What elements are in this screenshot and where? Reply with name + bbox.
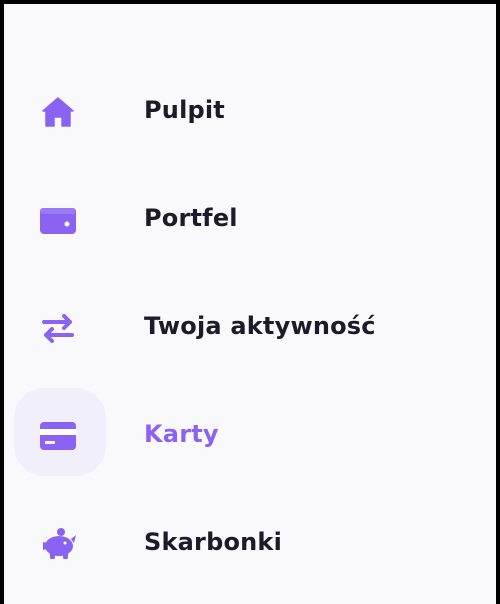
- piggy-bank-icon: [38, 524, 78, 564]
- credit-card-icon: [38, 416, 78, 456]
- sidebar-item-twoja-aktywnosc[interactable]: Twoja aktywność: [4, 292, 500, 364]
- sidebar-item-pulpit[interactable]: Pulpit: [4, 76, 500, 148]
- sidebar-item-karty[interactable]: Karty: [4, 388, 500, 480]
- wallet-icon: [38, 200, 78, 240]
- sidebar-item-label: Twoja aktywność: [144, 312, 376, 340]
- sidebar-item-label: Pulpit: [144, 96, 225, 124]
- sidebar-item-label: Karty: [144, 420, 219, 448]
- sidebar-item-label: Portfel: [144, 204, 238, 232]
- home-icon: [38, 92, 78, 132]
- sidebar-item-skarbonki[interactable]: Skarbonki: [4, 508, 500, 580]
- transfer-arrows-icon: [38, 308, 78, 348]
- sidebar-item-label: Skarbonki: [144, 528, 283, 556]
- sidebar-nav: Pulpit Portfel Twoja aktywność Karty Ska…: [0, 0, 500, 604]
- sidebar-item-portfel[interactable]: Portfel: [4, 184, 500, 256]
